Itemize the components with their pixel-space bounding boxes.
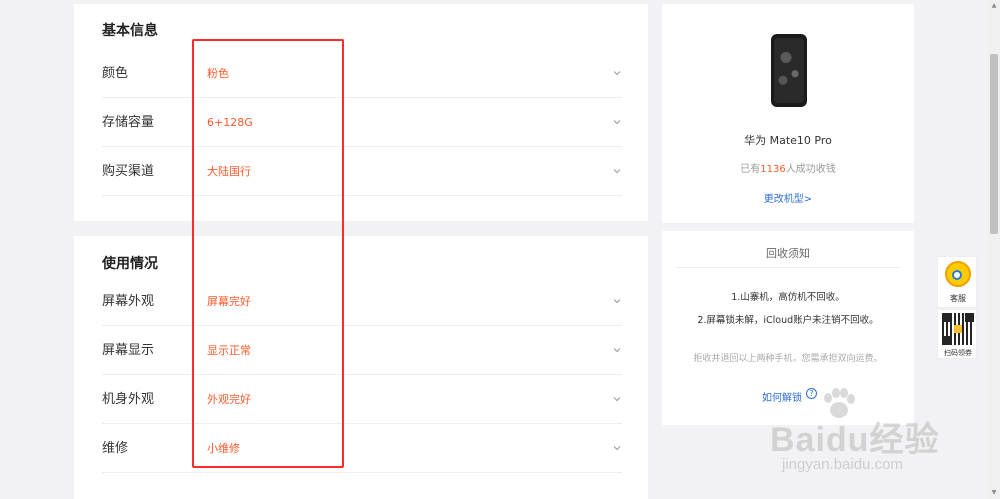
customer-service-label: 客服 [950,294,966,303]
row-value: 大陆国行 [207,165,251,178]
basic-info-card: 基本信息 颜色 粉色 存储容量 6+128G 购买渠道 大陆国行 [74,4,648,221]
scrollbar-thumb[interactable] [990,54,998,234]
row-value: 6+128G [207,116,253,129]
row-screen-appearance[interactable]: 屏幕外观 屏幕完好 [102,277,622,326]
row-label: 购买渠道 [102,164,155,179]
row-label: 维修 [102,441,129,456]
qr-coupon-label: 扫码领券 [944,349,972,357]
notice-refund-text: 拒收并退回以上两种手机，您需承担双向运费。 [693,354,883,364]
how-to-unlock-link[interactable]: 如何解锁 [762,389,802,404]
basic-info-title: 基本信息 [102,23,158,39]
notice-title: 回收须知 [766,247,810,260]
chevron-down-icon [613,397,621,402]
watermark-url: jingyan.baidu.com [782,456,903,473]
help-icon[interactable]: ? [806,388,817,399]
row-repair[interactable]: 维修 小维修 [102,424,622,473]
scroll-up-icon[interactable]: ▲ [990,2,998,10]
phone-model-card: 华为 Mate10 Pro 已有1136人成功收钱 更改机型> [662,4,914,223]
success-count: 已有1136人成功收钱 [740,164,836,175]
chevron-down-icon [613,169,621,174]
row-label: 颜色 [102,66,129,81]
chevron-down-icon [613,348,621,353]
scroll-down-icon[interactable]: ▼ [990,489,998,497]
chevron-down-icon [613,299,621,304]
row-value: 显示正常 [207,344,251,357]
row-value: 小维修 [207,442,240,455]
row-color[interactable]: 颜色 粉色 [102,49,622,98]
row-screen-display[interactable]: 屏幕显示 显示正常 [102,326,622,375]
row-value: 外观完好 [207,393,251,406]
row-label: 屏幕显示 [102,343,155,358]
change-model-link[interactable]: 更改机型> [662,190,914,205]
row-channel[interactable]: 购买渠道 大陆国行 [102,147,622,196]
notice-line-1: 1.山寨机，高仿机不回收。 [731,292,845,303]
row-label: 屏幕外观 [102,294,155,309]
row-label: 存储容量 [102,115,155,130]
row-storage[interactable]: 存储容量 6+128G [102,98,622,147]
usage-card: 使用情况 屏幕外观 屏幕完好 屏幕显示 显示正常 机身外观 外观完好 维修 小维… [74,236,648,499]
customer-service-button[interactable]: 客服 [937,256,977,308]
page-scrollbar[interactable]: ▲ ▼ [988,0,1000,499]
chevron-down-icon [613,71,621,76]
qr-code-icon [942,313,974,345]
notice-divider [676,267,900,268]
chevron-down-icon [613,446,621,451]
notice-line-2: 2.屏幕锁未解，iCloud账户未注销不回收。 [697,315,879,326]
qr-coupon-widget[interactable]: 扫码领券 [937,309,977,359]
row-label: 机身外观 [102,392,155,407]
row-body-appearance[interactable]: 机身外观 外观完好 [102,375,622,424]
phone-image [771,34,807,107]
recycle-notice-card: 回收须知 1.山寨机，高仿机不回收。 2.屏幕锁未解，iCloud账户未注销不回… [662,231,914,425]
row-value: 粉色 [207,67,229,80]
customer-service-icon [945,261,971,287]
usage-title: 使用情况 [102,256,158,272]
phone-model-name: 华为 Mate10 Pro [744,134,832,147]
success-count-number: 1136 [760,164,786,175]
chevron-down-icon [613,120,621,125]
row-value: 屏幕完好 [207,295,251,308]
